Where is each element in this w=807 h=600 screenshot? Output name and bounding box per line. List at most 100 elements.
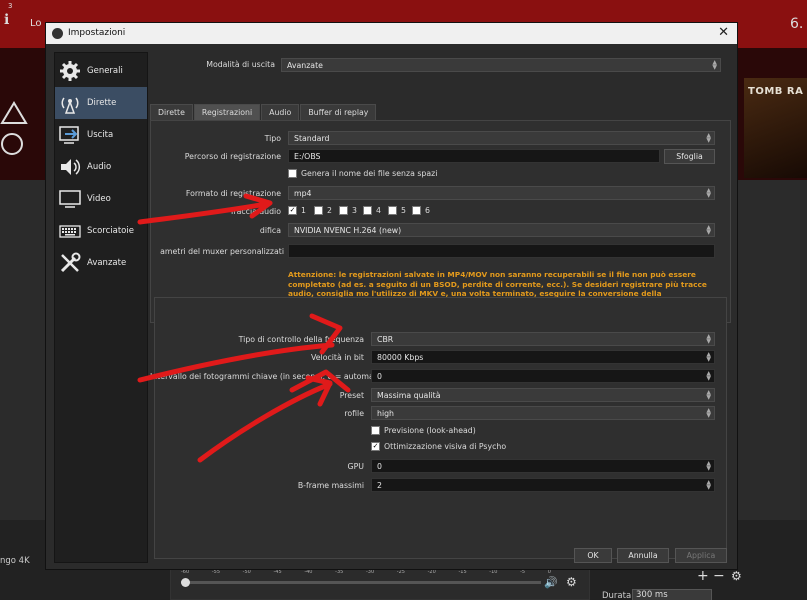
sidebar-item-dirette[interactable]: Dirette bbox=[55, 87, 147, 119]
checkbox-box[interactable] bbox=[412, 206, 421, 215]
background-panel-left bbox=[0, 180, 45, 520]
counter-text: 3 bbox=[8, 2, 13, 10]
checkbox-box[interactable] bbox=[388, 206, 397, 215]
preset-select[interactable]: Massima qualità ▲ ▼ bbox=[371, 388, 715, 402]
updown-icon: ▲ ▼ bbox=[706, 187, 711, 199]
duration-label: Durata bbox=[602, 591, 632, 600]
output-icon bbox=[58, 124, 82, 146]
nospace-checkbox[interactable]: Genera il nome dei file senza spazi bbox=[288, 169, 437, 178]
updown-icon: ▲ ▼ bbox=[706, 224, 711, 236]
keyframe-label: Intervallo dei fotogrammi chiave (in sec… bbox=[150, 372, 392, 381]
add-transition-button[interactable]: + bbox=[697, 568, 709, 584]
remove-transition-button[interactable]: − bbox=[713, 568, 725, 584]
preset-label: Preset bbox=[339, 391, 364, 400]
duration-input[interactable]: 300 ms bbox=[632, 589, 712, 600]
checkbox-box[interactable]: ✓ bbox=[288, 206, 297, 215]
sidebar-item-label: Dirette bbox=[87, 98, 117, 108]
checkbox-box[interactable] bbox=[314, 206, 323, 215]
cancel-button[interactable]: Annulla bbox=[617, 548, 669, 563]
settings-sidebar: Generali Dirette Uscita Audio Video Scor… bbox=[54, 52, 148, 563]
profile-select[interactable]: high ▲ ▼ bbox=[371, 406, 715, 420]
psycho-visual-checkbox[interactable]: ✓ Ottimizzazione visiva di Psycho bbox=[371, 442, 506, 451]
bitrate-input[interactable]: 80000 Kbps ▲ ▼ bbox=[371, 350, 715, 364]
broadcast-icon bbox=[58, 92, 82, 114]
close-icon[interactable]: ✕ bbox=[718, 25, 729, 40]
sidebar-item-avanzate[interactable]: Avanzate bbox=[55, 247, 147, 279]
encoder-select[interactable]: NVIDIA NVENC H.264 (new) ▲ ▼ bbox=[288, 223, 715, 237]
settings-dialog: Impostazioni ✕ Generali Dirette Uscita A… bbox=[45, 22, 738, 570]
checkbox-box[interactable] bbox=[371, 426, 380, 435]
output-tabs: Dirette Registrazioni Audio Buffer di re… bbox=[150, 104, 377, 120]
gpu-label: GPU bbox=[347, 462, 364, 471]
output-mode-select[interactable]: Avanzate ▲ ▼ bbox=[281, 58, 721, 72]
transition-gear-icon[interactable]: ⚙ bbox=[731, 569, 742, 583]
game-thumbnail: TOMB RA bbox=[744, 78, 807, 178]
monitor-icon bbox=[58, 188, 82, 210]
tab-buffer-replay[interactable]: Buffer di replay bbox=[300, 104, 377, 120]
sidebar-item-audio[interactable]: Audio bbox=[55, 151, 147, 183]
encoder-label: difica bbox=[259, 226, 281, 235]
track-3-checkbox[interactable]: 3 bbox=[339, 206, 357, 215]
sidebar-item-generali[interactable]: Generali bbox=[55, 55, 147, 87]
format-select[interactable]: mp4 ▲ ▼ bbox=[288, 186, 715, 200]
checkbox-box[interactable] bbox=[363, 206, 372, 215]
rate-control-select[interactable]: CBR ▲ ▼ bbox=[371, 332, 715, 346]
spin-icon: ▲ ▼ bbox=[706, 370, 711, 382]
top-right-text: 6. bbox=[790, 16, 804, 32]
rate-control-label: Tipo di controllo della frequenza bbox=[238, 335, 364, 344]
speaker-icon[interactable]: 🔊 bbox=[544, 576, 558, 590]
updown-icon: ▲ ▼ bbox=[706, 389, 711, 401]
browse-button[interactable]: Sfoglia bbox=[664, 149, 715, 164]
checkbox-box[interactable]: ✓ bbox=[371, 442, 380, 451]
apply-button[interactable]: Applica bbox=[675, 548, 727, 563]
volume-slider-handle[interactable] bbox=[181, 578, 190, 587]
sidebar-item-label: Avanzate bbox=[87, 258, 127, 268]
checkbox-box[interactable] bbox=[288, 169, 297, 178]
nospace-label: Genera il nome dei file senza spazi bbox=[301, 169, 438, 178]
gear-icon bbox=[58, 60, 82, 82]
sidebar-item-label: Scorciatoie bbox=[87, 226, 134, 236]
path-input[interactable]: E:/OBS bbox=[288, 149, 660, 163]
spin-icon: ▲ ▼ bbox=[706, 460, 711, 472]
sidebar-item-scorciatoie[interactable]: Scorciatoie bbox=[55, 215, 147, 247]
sidebar-item-uscita[interactable]: Uscita bbox=[55, 119, 147, 151]
track-5-checkbox[interactable]: 5 bbox=[388, 206, 406, 215]
track-4-checkbox[interactable]: 4 bbox=[363, 206, 381, 215]
keyboard-icon bbox=[58, 220, 82, 242]
game-thumbnail-title: TOMB RA bbox=[748, 86, 804, 97]
bframes-input[interactable]: 2 ▲ ▼ bbox=[371, 478, 715, 492]
checkbox-box[interactable] bbox=[339, 206, 348, 215]
lookahead-checkbox[interactable]: Previsione (look-ahead) bbox=[371, 426, 476, 435]
tab-registrazioni[interactable]: Registrazioni bbox=[193, 104, 261, 120]
sidebar-item-label: Uscita bbox=[87, 130, 114, 140]
spin-icon: ▲ ▼ bbox=[706, 479, 711, 491]
volume-slider[interactable] bbox=[181, 581, 541, 584]
keyframe-input[interactable]: 0 ▲ ▼ bbox=[371, 369, 715, 383]
profile-label: rofile bbox=[344, 409, 364, 418]
spin-icon: ▲ ▼ bbox=[706, 351, 711, 363]
gpu-input[interactable]: 0 ▲ ▼ bbox=[371, 459, 715, 473]
ok-button[interactable]: OK bbox=[574, 548, 612, 563]
audio-mixer: -60 -55 -50 -45 -40 -35 -30 -25 -20 -15 -10 -5 0 bbox=[170, 566, 590, 600]
info-icon: ℹ bbox=[4, 12, 10, 28]
tab-audio[interactable]: Audio bbox=[261, 104, 300, 120]
shapes-icon bbox=[0, 101, 28, 155]
sidebar-item-video[interactable]: Video bbox=[55, 183, 147, 215]
updown-icon: ▲ ▼ bbox=[706, 333, 711, 345]
bitrate-label: Velocità in bit bbox=[311, 353, 364, 362]
tab-dirette[interactable]: Dirette bbox=[150, 104, 193, 120]
muxer-label: ametri del muxer personalizzati bbox=[160, 247, 284, 256]
bframes-label: B-frame massimi bbox=[297, 481, 364, 490]
settings-content: Modalità di uscita Avanzate ▲ ▼ Dirette Re… bbox=[150, 52, 731, 563]
track-6-checkbox[interactable]: 6 bbox=[412, 206, 430, 215]
muxer-input[interactable] bbox=[288, 244, 715, 258]
updown-icon: ▲ ▼ bbox=[706, 407, 711, 419]
track-1-checkbox[interactable]: ✓ 1 bbox=[288, 206, 306, 215]
sidebar-item-label: Audio bbox=[87, 162, 112, 172]
background-panel-right bbox=[738, 180, 807, 520]
track-2-checkbox[interactable]: 2 bbox=[314, 206, 332, 215]
type-select[interactable]: Standard ▲ ▼ bbox=[288, 131, 715, 145]
sidebar-item-label: Video bbox=[87, 194, 111, 204]
updown-icon: ▲ ▼ bbox=[706, 132, 711, 144]
mixer-gear-icon[interactable]: ⚙ bbox=[566, 575, 577, 589]
